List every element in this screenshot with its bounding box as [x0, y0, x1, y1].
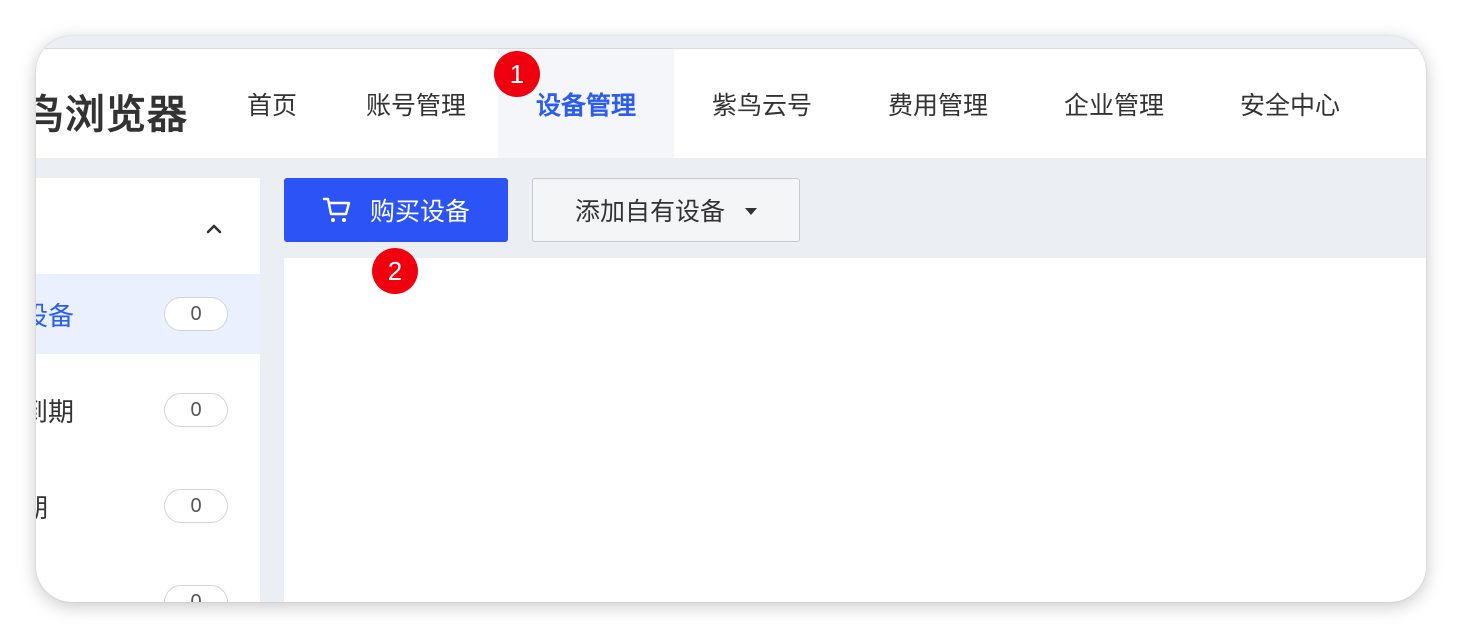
nav-item-cloud-account[interactable]: 紫鸟云号	[688, 49, 836, 158]
caret-down-icon	[745, 207, 757, 215]
top-nav-bar: 鸟浏览器 首页 账号管理 设备管理 紫鸟云号 费用管理 企业管理 安全中心	[36, 49, 1426, 158]
cart-icon	[322, 197, 351, 222]
nav-item-billing[interactable]: 费用管理	[864, 49, 1012, 158]
chevron-up-icon[interactable]	[205, 220, 223, 238]
count-badge: 0	[164, 297, 228, 331]
sidebar-item-label: 到期	[36, 398, 75, 428]
buy-device-button[interactable]: 购买设备	[284, 178, 508, 242]
add-own-device-dropdown[interactable]: 添加自有设备	[532, 178, 800, 242]
nav-item-accounts[interactable]: 账号管理	[338, 49, 494, 158]
sidebar-item-expired[interactable]: 期 0	[36, 466, 260, 546]
count-badge: 0	[164, 585, 228, 602]
sidebar: 设备 0 到期 0 期 0 0	[36, 178, 260, 602]
sidebar-item-label: 期	[36, 488, 48, 525]
nav-item-home[interactable]: 首页	[216, 49, 328, 158]
sidebar-item-devices[interactable]: 设备 0	[36, 274, 260, 354]
sidebar-item-expiring[interactable]: 到期 0	[36, 370, 260, 450]
nav-item-enterprise[interactable]: 企业管理	[1040, 49, 1188, 158]
count-badge: 0	[164, 393, 228, 427]
sidebar-item-other[interactable]: 0	[36, 562, 260, 602]
sidebar-item-label: 设备	[36, 302, 75, 332]
nav-item-security[interactable]: 安全中心	[1216, 49, 1364, 158]
buy-device-label: 购买设备	[369, 197, 470, 226]
app-logo: 鸟浏览器	[36, 92, 188, 138]
app-window: 鸟浏览器 首页 账号管理 设备管理 紫鸟云号 费用管理 企业管理 安全中心 1 …	[36, 36, 1426, 602]
main-content	[284, 258, 1426, 602]
step-badge-2: 2	[372, 248, 418, 294]
count-badge: 0	[164, 489, 228, 523]
add-own-device-label: 添加自有设备	[574, 197, 725, 226]
step-badge-1: 1	[494, 51, 540, 97]
